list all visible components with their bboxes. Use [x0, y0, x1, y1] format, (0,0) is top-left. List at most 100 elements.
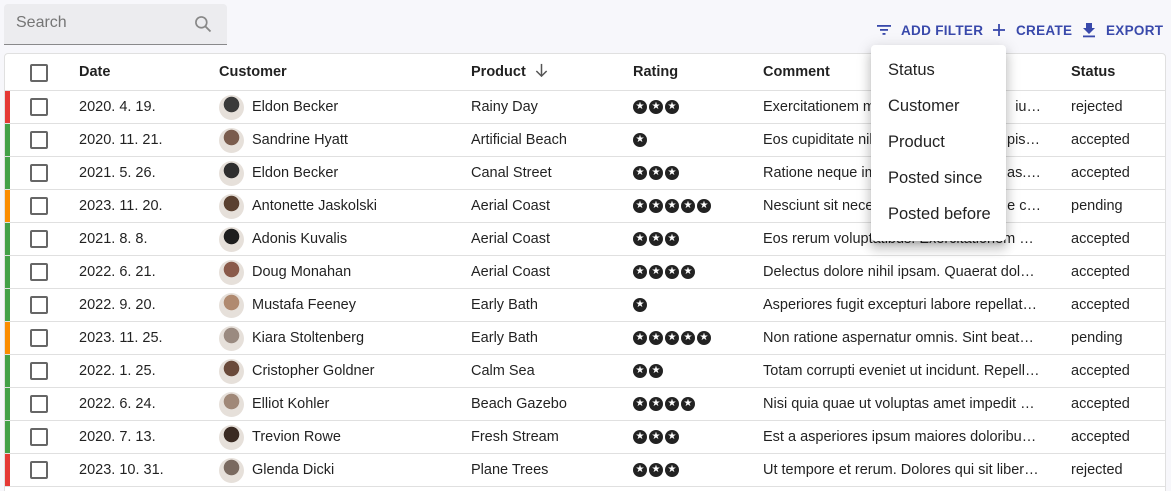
customer-cell[interactable]: Antonette Jaskolski: [252, 190, 457, 223]
customer-cell[interactable]: Cristopher Goldner: [252, 355, 457, 388]
table-row[interactable]: 2022. 6. 21. Doug Monahan Aerial Coast Dele…: [5, 256, 1165, 289]
filter-menu-item-customer[interactable]: Customer: [888, 97, 960, 116]
column-header-comment[interactable]: Comment: [763, 54, 830, 91]
comment-cell: Delectus dolore nihil ipsam. Quaerat dol…: [763, 264, 1041, 280]
date-cell: 2022. 1. 25.: [79, 363, 156, 379]
star-icon: [633, 429, 647, 445]
status-cell: accepted: [1071, 429, 1130, 445]
product-cell[interactable]: Plane Trees: [471, 454, 626, 487]
row-checkbox[interactable]: [30, 164, 48, 182]
star-icon: [649, 231, 663, 247]
star-icon: [633, 132, 647, 148]
table-row[interactable]: 2023. 11. 25. Kiara Stoltenberg Early Bath…: [5, 322, 1165, 355]
add-filter-button[interactable]: ADD FILTER: [876, 22, 983, 38]
table-row[interactable]: 2022. 6. 24. Elliot Kohler Beach Gazebo Nis…: [5, 388, 1165, 421]
star-icon: [633, 330, 647, 346]
date-cell: 2020. 4. 19.: [79, 99, 156, 115]
status-cell: rejected: [1071, 99, 1123, 115]
status-indicator-bar: [5, 289, 10, 321]
customer-cell[interactable]: Doug Monahan: [252, 256, 457, 289]
rating-stars: [633, 330, 711, 346]
rating-stars: [633, 363, 663, 379]
date-cell: 2021. 5. 26.: [79, 165, 156, 181]
download-icon: [1083, 23, 1095, 38]
status-indicator-bar: [5, 223, 10, 255]
create-button[interactable]: CREATE: [991, 22, 1072, 38]
product-cell[interactable]: Early Bath: [471, 322, 626, 355]
search-box[interactable]: [4, 4, 227, 45]
column-header-date[interactable]: Date: [79, 54, 110, 91]
search-icon[interactable]: [193, 14, 213, 34]
row-checkbox[interactable]: [30, 98, 48, 116]
star-icon: [681, 396, 695, 412]
product-cell[interactable]: Calm Sea: [471, 355, 626, 388]
filter-menu-item-product[interactable]: Product: [888, 133, 945, 152]
product-cell[interactable]: Aerial Coast: [471, 190, 626, 223]
table-row[interactable]: 2020. 7. 13. Trevion Rowe Fresh Stream Est …: [5, 421, 1165, 454]
product-cell[interactable]: Fresh Stream: [471, 421, 626, 454]
avatar: [219, 128, 244, 153]
customer-cell[interactable]: Mustafa Feeney: [252, 289, 457, 322]
star-icon: [665, 231, 679, 247]
row-checkbox[interactable]: [30, 197, 48, 215]
status-indicator-bar: [5, 454, 10, 486]
rating-stars: [633, 396, 695, 412]
customer-cell[interactable]: Eldon Becker: [252, 157, 457, 190]
rating-stars: [633, 198, 711, 214]
filter-menu-item-posted-since[interactable]: Posted since: [888, 169, 982, 188]
rating-stars: [633, 132, 647, 148]
product-cell[interactable]: Artificial Beach: [471, 124, 626, 157]
star-icon: [633, 198, 647, 214]
product-cell[interactable]: Aerial Coast: [471, 256, 626, 289]
column-header-customer[interactable]: Customer: [219, 54, 287, 91]
avatar: [219, 326, 244, 351]
star-icon: [649, 264, 663, 280]
column-header-rating[interactable]: Rating: [633, 54, 678, 91]
row-checkbox[interactable]: [30, 461, 48, 479]
arrow-down-icon: [535, 63, 547, 78]
customer-cell[interactable]: Trevion Rowe: [252, 421, 457, 454]
row-checkbox[interactable]: [30, 362, 48, 380]
column-header-product[interactable]: Product: [471, 54, 549, 91]
table-row[interactable]: 2022. 1. 25. Cristopher Goldner Calm Sea To…: [5, 355, 1165, 388]
table-row[interactable]: 2023. 10. 31. Glenda Dicki Plane Trees Ut t…: [5, 454, 1165, 487]
filter-menu-item-status[interactable]: Status: [888, 61, 935, 80]
customer-cell[interactable]: Kiara Stoltenberg: [252, 322, 457, 355]
date-cell: 2023. 11. 25.: [79, 330, 163, 346]
customer-cell[interactable]: Sandrine Hyatt: [252, 124, 457, 157]
customer-cell[interactable]: Elliot Kohler: [252, 388, 457, 421]
date-cell: 2022. 6. 24.: [79, 396, 156, 412]
customer-cell[interactable]: Adonis Kuvalis: [252, 223, 457, 256]
product-cell[interactable]: Beach Gazebo: [471, 388, 626, 421]
product-cell[interactable]: Aerial Coast: [471, 223, 626, 256]
row-checkbox[interactable]: [30, 428, 48, 446]
star-icon: [633, 396, 647, 412]
row-checkbox[interactable]: [30, 395, 48, 413]
star-icon: [633, 297, 647, 313]
status-indicator-bar: [5, 388, 10, 420]
table-row[interactable]: 2022. 9. 20. Mustafa Feeney Early Bath Aspe…: [5, 289, 1165, 322]
customer-cell[interactable]: Glenda Dicki: [252, 454, 457, 487]
export-label: EXPORT: [1106, 22, 1164, 38]
product-cell[interactable]: Rainy Day: [471, 91, 626, 124]
status-cell: accepted: [1071, 396, 1130, 412]
avatar: [219, 227, 244, 252]
column-header-status[interactable]: Status: [1071, 54, 1115, 91]
search-input[interactable]: [16, 14, 176, 32]
filter-menu-item-posted-before[interactable]: Posted before: [888, 205, 991, 224]
filter-icon: [877, 25, 891, 35]
row-checkbox[interactable]: [30, 230, 48, 248]
row-checkbox[interactable]: [30, 263, 48, 281]
rating-stars: [633, 429, 679, 445]
row-checkbox[interactable]: [30, 329, 48, 347]
customer-cell[interactable]: Eldon Becker: [252, 91, 457, 124]
status-cell: rejected: [1071, 462, 1123, 478]
row-checkbox[interactable]: [30, 131, 48, 149]
avatar: [219, 194, 244, 219]
product-cell[interactable]: Canal Street: [471, 157, 626, 190]
date-cell: 2023. 10. 31.: [79, 462, 164, 478]
export-button[interactable]: EXPORT: [1081, 22, 1163, 38]
select-all-checkbox[interactable]: [30, 64, 48, 82]
product-cell[interactable]: Early Bath: [471, 289, 626, 322]
row-checkbox[interactable]: [30, 296, 48, 314]
